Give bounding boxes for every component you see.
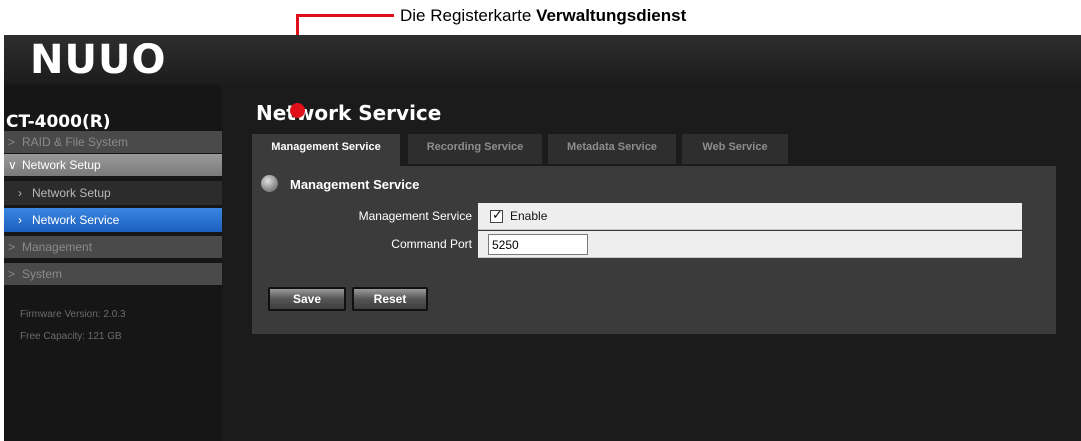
chevron-down-icon: ∨ [8,158,17,172]
sidebar-subitem-network-setup[interactable]: › Network Setup [4,181,222,205]
sidebar-item-network-setup[interactable]: ∨ Network Setup [4,154,222,176]
tab-management-service[interactable]: Management Service [252,134,400,166]
section-bullet-icon [261,175,278,192]
sidebar-item-management[interactable]: > Management [4,236,222,258]
page-title: Network Service [256,101,442,125]
management-service-row: Management Service Enable [252,203,1022,230]
annotation-text: Die Registerkarte Verwaltungsdienst [400,6,686,26]
annotation-emphasis: Verwaltungsdienst [536,6,687,25]
sidebar-item-label: Management [22,240,93,254]
device-name: CT-4000(R) [6,112,111,132]
main-content: Network Service Management Service Recor… [222,85,1081,441]
chevron-right-icon: > [8,135,16,149]
tab-metadata-service[interactable]: Metadata Service [548,134,676,164]
command-port-label: Command Port [252,231,478,258]
command-port-input[interactable] [488,234,588,255]
sidebar: CT-4000(R) > RAID & File System ∨ Network … [4,85,222,441]
command-port-row: Command Port [252,231,1022,258]
management-service-label: Management Service [252,203,478,230]
chevron-right-icon: › [18,186,22,200]
annotation-prefix: Die Registerkarte [400,6,537,25]
sidebar-item-label: Network Setup [32,186,111,200]
sidebar-item-label: Network Service [32,213,120,227]
trademark-symbol: ™ [142,42,152,53]
sidebar-item-label: RAID & File System [22,135,129,149]
app-header: NUUO ™ [4,35,1081,85]
sidebar-item-raid-file-system[interactable]: > RAID & File System [4,131,222,153]
sidebar-item-label: Network Setup [22,158,101,172]
annotation-callout: Die Registerkarte Verwaltungsdienst [0,0,1081,35]
save-button[interactable]: Save [268,287,346,311]
sidebar-item-label: System [22,267,63,281]
chevron-right-icon: > [8,267,16,281]
chevron-right-icon: › [18,213,22,227]
firmware-version: Firmware Version: 2.0.3 [20,309,126,320]
section-title: Management Service [290,177,420,192]
sidebar-item-system[interactable]: > System [4,263,222,285]
chevron-right-icon: > [8,240,16,254]
enable-checkbox[interactable] [490,208,503,223]
free-capacity: Free Capacity: 121 GB [20,331,122,342]
management-service-panel: Management Service Management Service En… [252,166,1056,334]
tab-recording-service[interactable]: Recording Service [408,134,542,164]
tab-web-service[interactable]: Web Service [682,134,788,164]
reset-button[interactable]: Reset [352,287,428,311]
sidebar-subitem-network-service[interactable]: › Network Service [4,208,222,232]
enable-checkbox-label[interactable]: Enable [510,209,547,223]
annotation-line [296,14,394,17]
annotation-marker-dot [290,103,305,118]
